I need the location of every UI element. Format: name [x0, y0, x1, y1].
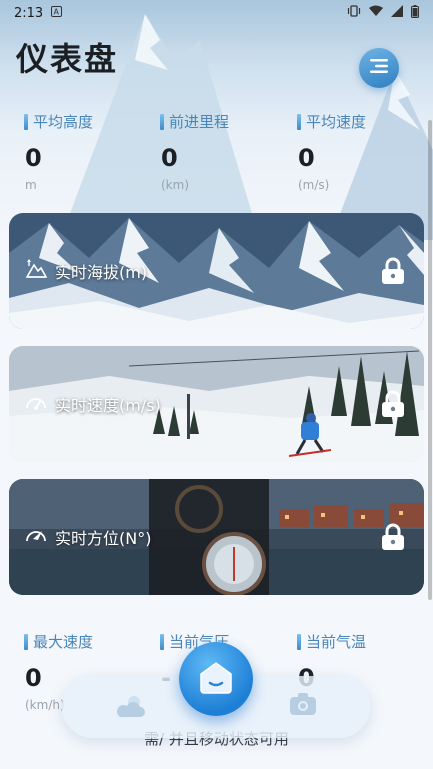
stat-label: 前进里程: [169, 113, 230, 131]
menu-button[interactable]: [359, 48, 399, 88]
card-label-row: 实时方位(N°): [25, 479, 151, 595]
stat-value: 0: [25, 144, 42, 172]
compass-gauge-icon: [25, 526, 47, 548]
card-title: 实时速度(m/s): [55, 396, 161, 415]
stat-distance: 前进里程 0 (km): [160, 111, 290, 192]
wifi-icon: [369, 5, 383, 21]
lock-icon: [380, 523, 406, 551]
lock-icon: [380, 257, 406, 285]
status-time: 2:13: [14, 5, 44, 21]
card-label-row: 实时速度(m/s): [25, 346, 161, 462]
stat-unit: (km): [161, 178, 190, 192]
page-title: 仪表盘: [16, 40, 119, 78]
top-stats-row: 平均高度 0 m 前进里程 0 (km) 平均速度 0 (m/s): [0, 111, 433, 192]
nav-home-button[interactable]: [179, 642, 253, 716]
stat-marker: [297, 633, 301, 650]
stat-average-speed: 平均速度 0 (m/s): [297, 111, 427, 192]
card-realtime-speed[interactable]: 实时速度(m/s): [9, 346, 424, 462]
nav-camera-button[interactable]: [288, 691, 318, 721]
menu-lines-icon: [368, 58, 390, 78]
stat-marker: [160, 113, 164, 130]
svg-text:A: A: [54, 7, 60, 16]
stat-label: 最大速度: [33, 633, 94, 651]
signal-icon: [391, 5, 403, 21]
scrollbar[interactable]: [428, 120, 432, 600]
stat-label: 平均高度: [33, 113, 94, 131]
stat-marker: [24, 113, 28, 130]
status-bar: 2:13 A: [0, 0, 433, 26]
nav-weather-button[interactable]: [114, 693, 146, 723]
stat-label: 当前气温: [306, 633, 367, 651]
home-icon: [198, 660, 234, 698]
stat-value: 0: [161, 144, 178, 172]
stat-marker: [160, 633, 164, 650]
stat-value: 0: [298, 144, 315, 172]
stat-marker: [24, 633, 28, 650]
speedometer-icon: [25, 393, 47, 415]
card-label-row: 实时海拔(m): [25, 213, 147, 329]
stat-marker: [297, 113, 301, 130]
notification-a-icon: A: [51, 5, 63, 21]
weather-icon: [114, 696, 146, 723]
stat-unit: (m/s): [298, 178, 330, 192]
lock-icon: [380, 390, 406, 418]
card-realtime-heading[interactable]: 实时方位(N°): [9, 479, 424, 595]
card-title: 实时海拔(m): [55, 263, 148, 282]
battery-icon: [411, 4, 419, 22]
card-title: 实时方位(N°): [55, 529, 152, 548]
camera-icon: [288, 693, 318, 721]
stat-unit: m: [25, 178, 37, 192]
vibrate-icon: [347, 5, 361, 21]
card-realtime-altitude[interactable]: 实时海拔(m): [9, 213, 424, 329]
mountain-icon: [25, 259, 48, 283]
stat-label: 平均速度: [306, 113, 367, 131]
stat-average-altitude: 平均高度 0 m: [24, 111, 154, 192]
